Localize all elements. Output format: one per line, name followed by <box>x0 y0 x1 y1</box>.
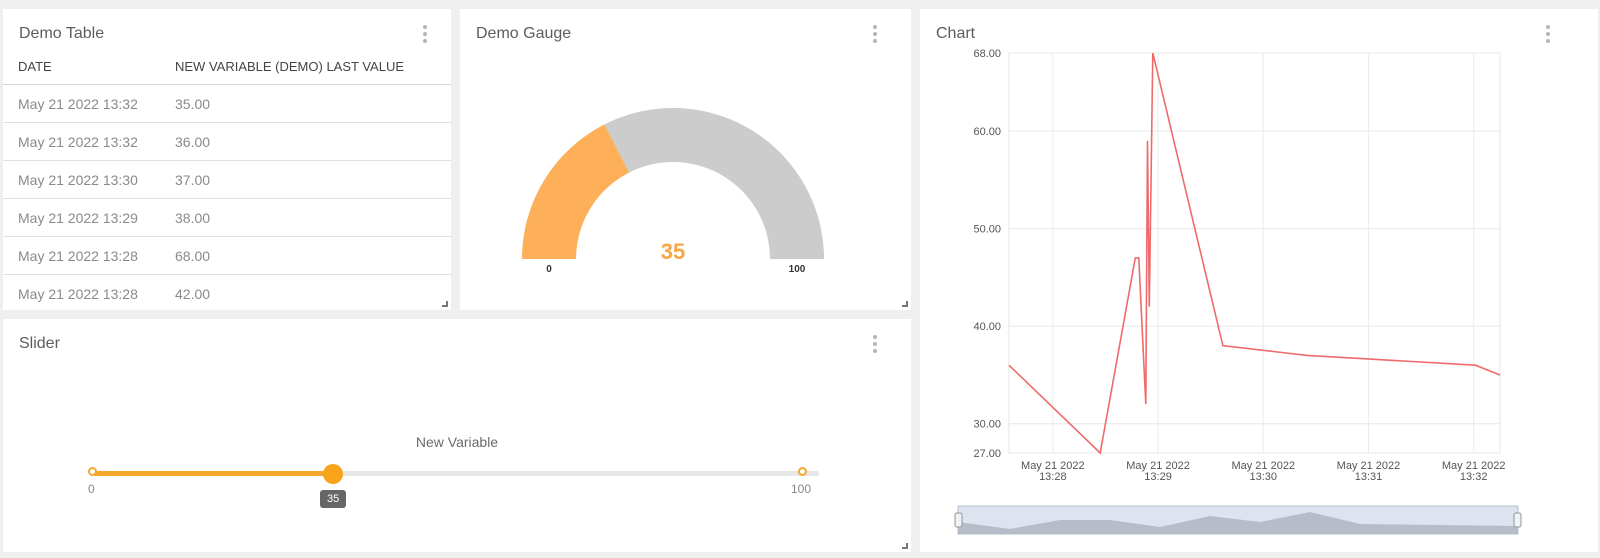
gauge-value-label: 35 <box>661 239 685 264</box>
column-header-date[interactable]: DATE <box>3 59 175 74</box>
cell-value: 37.00 <box>175 171 211 188</box>
slider-widget: Slider New Variable 35 0 100 <box>3 319 911 552</box>
cell-value: 38.00 <box>175 209 211 226</box>
navigator-right-handle-icon[interactable] <box>1513 512 1522 528</box>
slider-track-fill <box>93 471 334 476</box>
slider-track[interactable] <box>93 471 819 476</box>
slider-max-label: 100 <box>791 482 812 496</box>
demo-table-widget: Demo Table DATE NEW VARIABLE (DEMO) LAST… <box>3 9 451 310</box>
cell-value: 42.00 <box>175 285 211 302</box>
gauge-min-label: 0 <box>546 264 552 275</box>
cell-date: May 21 2022 13:28 <box>18 247 138 264</box>
y-tick-label: 68.00 <box>973 48 1001 60</box>
cell-date: May 21 2022 13:32 <box>18 133 138 150</box>
slider-min-marker <box>88 467 97 476</box>
y-tick-label: 27.00 <box>973 448 1001 460</box>
range-navigator[interactable] <box>954 505 1522 535</box>
slider-menu-icon[interactable] <box>872 335 878 353</box>
slider-min-label: 0 <box>88 482 95 496</box>
resize-handle-icon[interactable] <box>442 301 448 307</box>
series-line <box>1008 52 1501 455</box>
y-tick-label: 60.00 <box>973 126 1001 138</box>
cell-value: 36.00 <box>175 133 211 150</box>
x-tick-time-label: 13:30 <box>1250 471 1278 483</box>
cell-date: May 21 2022 13:28 <box>18 285 138 302</box>
demo-gauge-widget: Demo Gauge 35 0 100 <box>460 9 911 310</box>
cell-value: 35.00 <box>175 95 211 112</box>
cell-value: 68.00 <box>175 247 211 264</box>
data-table: DATE NEW VARIABLE (DEMO) LAST VALUE May … <box>3 49 451 310</box>
line-chart: 68.0060.0050.0040.0030.0027.00 May 21 20… <box>954 48 1522 535</box>
table-row: May 21 2022 13:29 38.00 <box>3 199 451 237</box>
cell-date: May 21 2022 13:29 <box>18 209 138 226</box>
cell-date: May 21 2022 13:30 <box>18 171 138 188</box>
table-row: May 21 2022 13:32 36.00 <box>3 123 451 161</box>
y-tick-label: 30.00 <box>973 419 1001 431</box>
navigator-left-handle-icon[interactable] <box>954 512 963 528</box>
table-row: May 21 2022 13:30 37.00 <box>3 161 451 199</box>
table-menu-icon[interactable] <box>422 25 428 43</box>
table-row: May 21 2022 13:28 42.00 <box>3 275 451 310</box>
x-tick-time-label: 13:31 <box>1355 471 1383 483</box>
slider-thumb[interactable] <box>323 464 344 484</box>
x-tick-time-label: 13:29 <box>1144 471 1172 483</box>
table-row: May 21 2022 13:32 35.00 <box>3 85 451 123</box>
y-tick-label: 50.00 <box>973 224 1001 236</box>
resize-handle-icon[interactable] <box>902 543 908 549</box>
slider-variable-label: New Variable <box>415 434 499 450</box>
chart-widget: Chart 68.00 60.00 50.00 40.00 30.00 27.00 May… <box>920 9 1598 552</box>
resize-handle-icon[interactable] <box>902 301 908 307</box>
plot-area <box>1008 52 1501 454</box>
column-header-value[interactable]: NEW VARIABLE (DEMO) LAST VALUE <box>175 59 451 74</box>
gauge-max-label: 100 <box>789 264 806 275</box>
x-tick-time-label: 13:28 <box>1039 471 1067 483</box>
table-row: May 21 2022 13:28 68.00 <box>3 237 451 275</box>
cell-date: May 21 2022 13:32 <box>18 95 138 112</box>
slider-max-marker <box>798 467 807 476</box>
table-title: Demo Table <box>19 25 105 42</box>
x-tick-time-label: 13:32 <box>1460 471 1488 483</box>
gauge-chart: 35 0 100 <box>522 108 824 275</box>
slider-value-badge: 35 <box>320 490 347 508</box>
y-tick-label: 40.00 <box>973 321 1001 333</box>
gauge-fill <box>522 124 629 260</box>
slider-title: Slider <box>19 335 60 352</box>
table-header: DATE NEW VARIABLE (DEMO) LAST VALUE <box>3 49 451 85</box>
